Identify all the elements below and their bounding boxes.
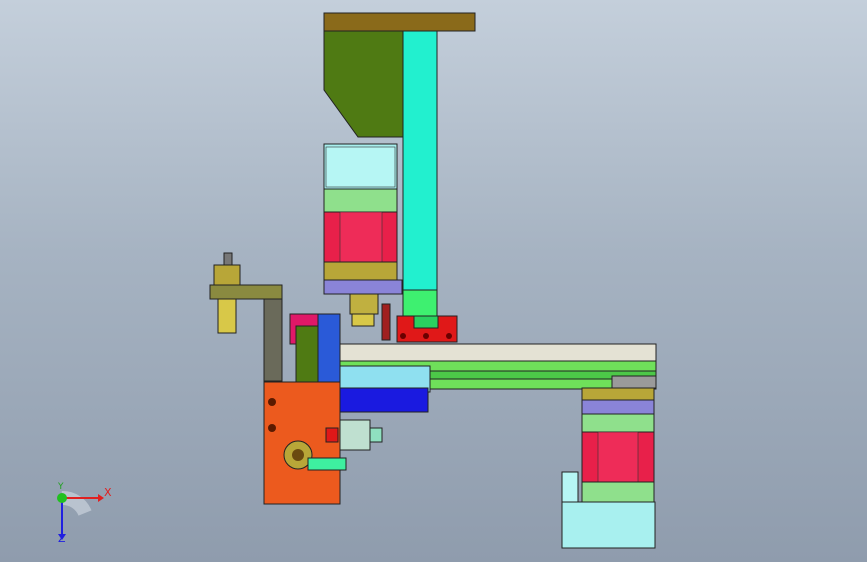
cad-viewport[interactable]: X Y Z	[0, 0, 867, 562]
upper-stepper-motor[interactable]	[323, 143, 403, 341]
column-clamp[interactable]	[396, 315, 458, 343]
triad-y-label: Y	[58, 482, 64, 492]
olive-bracket[interactable]	[323, 30, 405, 138]
triad-x-label: X	[104, 486, 112, 499]
sensor-arm-assembly[interactable]	[209, 252, 283, 382]
horizontal-base-plate[interactable]	[295, 343, 657, 362]
assembly-model-view[interactable]	[0, 0, 867, 562]
carriage-blue-block[interactable]	[339, 365, 431, 413]
triad-z-label: Z	[58, 532, 66, 545]
coordinate-triad: X Y Z	[40, 478, 120, 548]
top-mounting-bar[interactable]	[323, 12, 476, 32]
vertical-slide-column[interactable]	[402, 30, 438, 321]
lower-stepper-motor[interactable]	[561, 387, 656, 549]
